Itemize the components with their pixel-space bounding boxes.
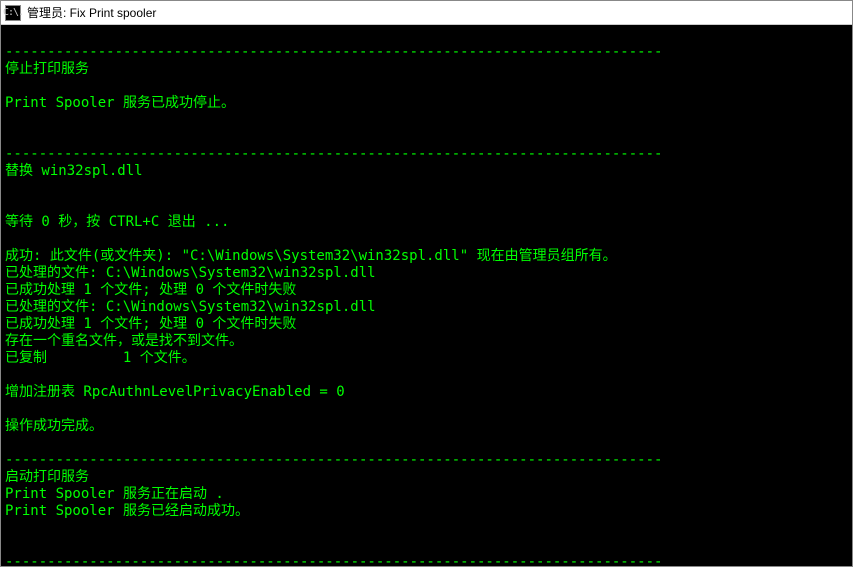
terminal-line xyxy=(5,112,848,129)
terminal-line: ----------------------------------------… xyxy=(5,452,848,469)
terminal-line: 已成功处理 1 个文件; 处理 0 个文件时失败 xyxy=(5,316,848,333)
cmd-icon: C:\. xyxy=(5,5,21,21)
terminal-line: Print Spooler 服务已经启动成功。 xyxy=(5,503,848,520)
cmd-window: C:\. 管理员: Fix Print spooler ------------… xyxy=(0,0,853,567)
terminal-line xyxy=(5,180,848,197)
terminal-line: 等待 0 秒，按 CTRL+C 退出 ... xyxy=(5,214,848,231)
terminal-line: 存在一个重名文件，或是找不到文件。 xyxy=(5,333,848,350)
terminal-line xyxy=(5,197,848,214)
terminal-line: 启动打印服务 xyxy=(5,469,848,486)
terminal-line: 成功: 此文件(或文件夹): "C:\Windows\System32\win3… xyxy=(5,248,848,265)
terminal-line xyxy=(5,27,848,44)
terminal-line: 替换 win32spl.dll xyxy=(5,163,848,180)
terminal-line: Print Spooler 服务正在启动 . xyxy=(5,486,848,503)
terminal-line xyxy=(5,537,848,554)
terminal-line: 增加注册表 RpcAuthnLevelPrivacyEnabled = 0 xyxy=(5,384,848,401)
terminal-line: ----------------------------------------… xyxy=(5,44,848,61)
terminal-line xyxy=(5,231,848,248)
terminal-output[interactable]: ----------------------------------------… xyxy=(1,25,852,566)
terminal-line: Print Spooler 服务已成功停止。 xyxy=(5,95,848,112)
terminal-line: ----------------------------------------… xyxy=(5,146,848,163)
terminal-line: 操作成功完成。 xyxy=(5,418,848,435)
terminal-line xyxy=(5,78,848,95)
terminal-line xyxy=(5,520,848,537)
terminal-line: 停止打印服务 xyxy=(5,61,848,78)
terminal-line xyxy=(5,435,848,452)
terminal-line: 已处理的文件: C:\Windows\System32\win32spl.dll xyxy=(5,265,848,282)
terminal-line: 已复制 1 个文件。 xyxy=(5,350,848,367)
window-title: 管理员: Fix Print spooler xyxy=(27,4,156,21)
terminal-line: ----------------------------------------… xyxy=(5,554,848,566)
titlebar[interactable]: C:\. 管理员: Fix Print spooler xyxy=(1,1,852,25)
terminal-line xyxy=(5,367,848,384)
terminal-line: 已处理的文件: C:\Windows\System32\win32spl.dll xyxy=(5,299,848,316)
terminal-line xyxy=(5,401,848,418)
terminal-line: 已成功处理 1 个文件; 处理 0 个文件时失败 xyxy=(5,282,848,299)
terminal-line xyxy=(5,129,848,146)
